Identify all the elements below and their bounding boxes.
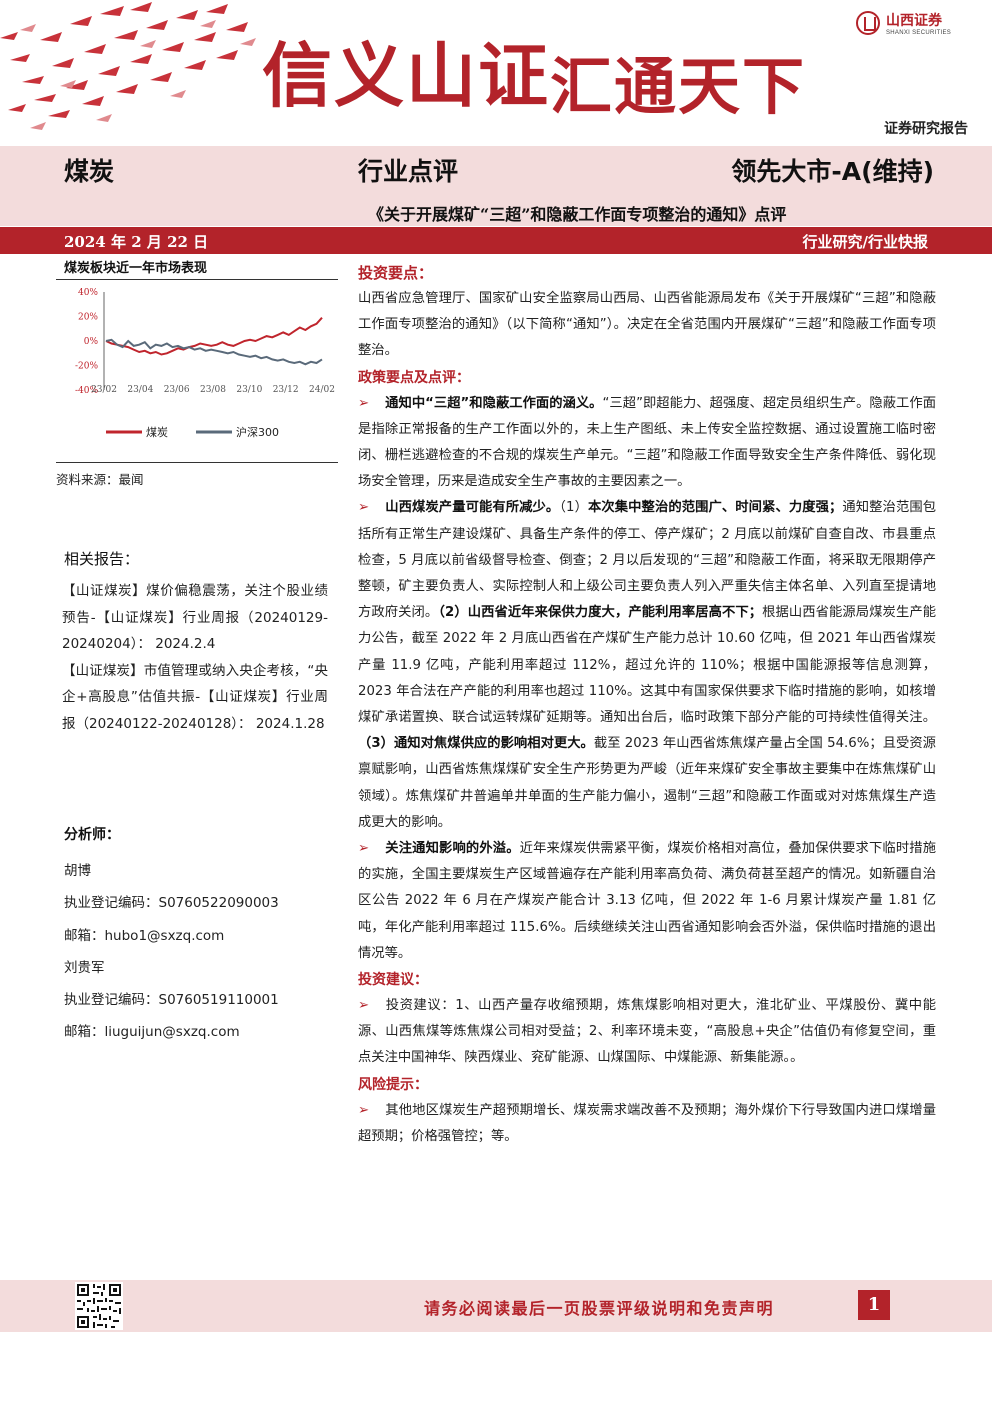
chart-source: 资料来源：最闻 [56,472,144,487]
analyst-list: 胡博 执业登记编码：S0760522090003 邮箱：hubo1@sxzq.c… [64,855,279,1049]
x-tick-label: 23/10 [236,385,262,395]
related-report-link[interactable]: 【山证煤炭】煤价偏稳震荡，关注个股业绩预告-【山证煤炭】行业周报（2024012… [62,578,328,658]
chart-bottom-rule [56,462,338,463]
x-tick-label: 23/02 [91,385,117,395]
disclaimer-notice: 请务必阅读最后一页股票评级说明和免责声明 [424,1299,775,1318]
header-banner: 信义山证汇通天下 山西证券 SHANXI SECURITIES 证券研究报告 [0,0,992,145]
report-date: 2024 年 2 月 22 日 [64,233,209,251]
analyst-title: 分析师： [64,827,120,843]
slogan: 信义山证汇通天下 [262,20,807,123]
logo-en: SHANXI SECURITIES [886,30,952,36]
qr-code-icon[interactable] [75,1282,123,1330]
analyst-name: 刘贵军 [64,959,105,976]
legend-label: 煤炭 [146,426,168,439]
bullet-arrow-icon: ➢ [358,998,370,1014]
analyst-email[interactable]: 邮箱：hubo1@sxzq.com [64,920,279,952]
x-tick-label: 24/02 [309,385,335,395]
doc-type-label: 行业点评 [358,157,459,186]
section-heading-risk: 风险提示： [358,1076,428,1093]
logo-icon [856,11,880,35]
chart-title: 煤炭板块近一年市场表现 [56,257,338,280]
sidebar: 煤炭板块近一年市场表现 40% 20% 0% -20% -40% 23/02 23/04 23… [56,257,338,488]
report-subtitle: 《关于开展煤矿“三超”和隐蔽工作面专项整治的通知》点评 [368,205,787,224]
arrow-flock-decoration [0,2,256,130]
related-report-link[interactable]: 【山证煤炭】市值管理或纳入央企考核，“央企+高股息”估值共振-【山证煤炭】行业周… [62,658,328,738]
bullet-arrow-icon: ➢ [358,1102,370,1118]
logo-cn: 山西证券 [886,13,942,29]
bullet-arrow-icon: ➢ [358,395,370,411]
x-tick-label: 23/12 [273,385,299,395]
x-tick-label: 23/06 [164,385,190,395]
analyst-reg: 执业登记编码：S0760522090003 [64,895,279,912]
y-tick-label: -20% [75,362,98,372]
industry-label: 煤炭 [64,157,115,186]
slogan-part1: 信义山证 [262,34,550,117]
intro-paragraph: 山西省应急管理厅、国家矿山安全监察局山西局、山西省能源局发布《关于开展煤矿“三超… [358,291,936,359]
report-category: 行业研究/行业快报 [802,233,928,251]
slogan-part2: 汇通天下 [550,50,807,123]
risk-warning: ➢ 其他地区煤炭生产超预期增长、煤炭需求端改善不及预期；海外煤价下行导致国内进口煤… [358,1102,936,1144]
series-line-coal [105,317,323,356]
report-type: 证券研究报告 [884,121,968,137]
legend-label: 沪深300 [236,425,279,439]
investment-advice: ➢ 投资建议：1、山西产量存收缩预期，炼焦煤影响相对更大，淮北矿业、平煤股份、冀中… [358,998,936,1066]
main-content: 投资要点： 山西省应急管理厅、国家矿山安全监察局山西局、山西省能源局发布《关于开… [358,260,936,1150]
analyst-reg: 执业登记编码：S0760519110001 [64,992,279,1009]
rating-label: 领先大市-A(维持) [731,157,934,186]
related-reports: 【山证煤炭】煤价偏稳震荡，关注个股业绩预告-【山证煤炭】行业周报（2024012… [62,578,328,737]
market-performance-chart: 40%20%0%-20%-40%23/02 23/04 23/06 23/08 23/1… [75,288,335,439]
x-tick-label: 23/08 [200,385,226,395]
policy-point-1: ➢ 通知中“三超”和隐蔽工作面的涵义。“三超”即超能力、超强度、超定员组织生产。隐… [358,395,936,490]
policy-point-2: ➢ 山西煤炭产量可能有所减少。（1）本次集中整治的范围广、时间紧、力度强；通知整治… [358,500,937,830]
section-heading-policy: 政策要点及点评： [358,369,470,386]
bullet-arrow-icon: ➢ [358,500,370,516]
y-tick-label: 0% [84,337,99,347]
policy-point-3: ➢ 关注通知影响的外溢。近年来煤炭供需紧平衡，煤炭价格相对高位，叠加保供要求下临时… [358,841,937,961]
x-tick-label: 23/04 [127,385,153,395]
related-reports-title: 相关报告： [64,550,140,568]
y-tick-label: 40% [78,288,98,298]
company-logo: 山西证券 SHANXI SECURITIES [856,10,951,36]
analyst-name: 胡博 [64,863,91,879]
y-tick-label: 20% [78,313,98,323]
section-heading-investment: 投资建议： [358,972,428,989]
section-heading-key-points: 投资要点： [358,264,434,282]
analyst-email[interactable]: 邮箱：liuguijun@sxzq.com [64,1016,279,1048]
page-number: 1 [858,1290,890,1320]
bullet-arrow-icon: ➢ [358,841,370,857]
